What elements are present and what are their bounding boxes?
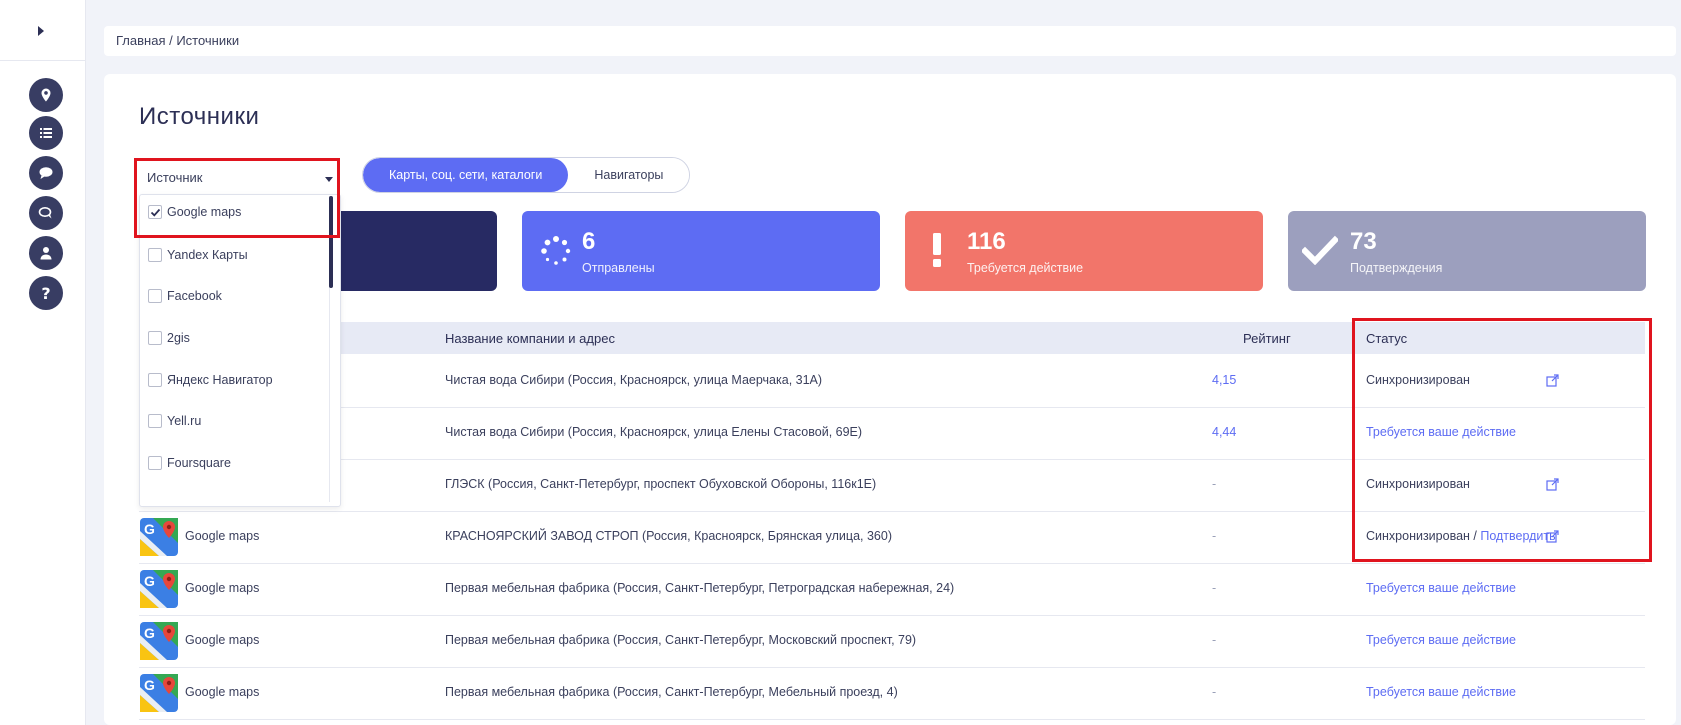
stat-tile-confirmations[interactable]: 73 Подтверждения — [1288, 211, 1646, 291]
check-icon — [1302, 235, 1338, 265]
stat-tile-action-required[interactable]: 116 Требуется действие — [905, 211, 1263, 291]
svg-text:G: G — [144, 573, 155, 589]
checkbox[interactable] — [148, 248, 162, 262]
left-sidebar: ? — [0, 0, 86, 725]
filter-option-label: Facebook — [167, 289, 222, 303]
sidebar-toggle-icon[interactable] — [38, 26, 44, 36]
company-address: Первая мебельная фабрика (Россия, Санкт-… — [445, 633, 917, 647]
list-icon[interactable] — [29, 116, 63, 150]
user-icon[interactable] — [29, 236, 63, 270]
filter-option[interactable]: Yell.ru — [148, 414, 201, 428]
company-address: Чистая вода Сибири (Россия, Красноярск, … — [445, 425, 863, 439]
spinner-icon — [541, 236, 571, 265]
stat-confirm-label: Подтверждения — [1350, 261, 1443, 275]
company-address: Чистая вода Сибири (Россия, Красноярск, … — [445, 373, 823, 387]
comment-icon[interactable] — [29, 156, 63, 190]
breadcrumb: Главная / Источники — [104, 26, 1676, 56]
rating-value: - — [1212, 581, 1217, 595]
svg-text:G: G — [144, 625, 155, 641]
stat-confirm-value: 73 — [1350, 228, 1377, 255]
rating-value: - — [1212, 685, 1217, 699]
company-address: Первая мебельная фабрика (Россия, Санкт-… — [445, 685, 898, 699]
table-row[interactable]: G Google maps Первая мебельная фабрика (Ро… — [139, 666, 1645, 720]
source-filter-dropdown: Google maps Yandex Карты Facebook 2gis Яндек… — [139, 194, 341, 507]
table-row[interactable]: G Google maps Первая мебельная фабрика (Ро… — [139, 614, 1645, 668]
rating-value[interactable]: 4,44 — [1212, 425, 1236, 439]
header-rating[interactable]: Рейтинг — [1243, 331, 1291, 346]
stat-action-label: Требуется действие — [967, 261, 1084, 275]
filter-option-label: 2gis — [167, 331, 190, 345]
rating-value: - — [1212, 529, 1217, 543]
source-tabs: Карты, соц. сети, каталоги Навигаторы — [362, 157, 691, 193]
highlight-frame-status — [1352, 318, 1652, 562]
status-action-link[interactable]: Требуется ваше действие — [1366, 685, 1516, 699]
source-name: Google maps — [185, 633, 260, 647]
google-maps-icon: G — [139, 569, 179, 609]
status-action-link[interactable]: Требуется ваше действие — [1366, 633, 1516, 647]
rating-value[interactable]: 4,15 — [1212, 373, 1236, 387]
checkbox[interactable] — [148, 414, 162, 428]
status-action-link[interactable]: Требуется ваше действие — [1366, 581, 1516, 595]
stat-action-value: 116 — [967, 228, 1006, 255]
filter-option[interactable]: Yandex Карты — [148, 248, 248, 262]
checkbox[interactable] — [148, 289, 162, 303]
checkbox[interactable] — [148, 456, 162, 470]
svg-text:G: G — [144, 521, 155, 537]
company-address: КРАСНОЯРСКИЙ ЗАВОД СТРОП (Россия, Красно… — [445, 529, 892, 543]
source-name: Google maps — [185, 685, 260, 699]
status-cell: Требуется ваше действие — [1366, 581, 1516, 595]
chat-icon[interactable] — [29, 196, 63, 230]
map-pin-icon[interactable] — [29, 78, 63, 112]
source-name: Google maps — [185, 581, 260, 595]
rating-value: - — [1212, 633, 1217, 647]
page-title: Источники — [139, 103, 260, 130]
stat-tile-sent[interactable]: 6 Отправлены — [522, 211, 880, 291]
checkbox[interactable] — [148, 331, 162, 345]
source-name: Google maps — [185, 529, 260, 543]
company-address: Первая мебельная фабрика (Россия, Санкт-… — [445, 581, 955, 595]
filter-option-label: Yell.ru — [167, 414, 202, 428]
filter-option[interactable]: Foursquare — [148, 456, 231, 470]
filter-option[interactable]: Facebook — [148, 289, 222, 303]
help-icon[interactable]: ? — [29, 276, 63, 310]
sidebar-divider — [0, 60, 86, 61]
google-maps-icon: G — [139, 621, 179, 661]
status-cell: Требуется ваше действие — [1366, 685, 1516, 699]
filter-option-label: Яндекс Навигатор — [167, 373, 273, 387]
filter-option-label: Yandex Карты — [167, 248, 248, 262]
header-company[interactable]: Название компании и адрес — [445, 331, 615, 346]
tab-maps-social-catalogs[interactable]: Карты, соц. сети, каталоги — [363, 158, 569, 192]
tab-navigators[interactable]: Навигаторы — [568, 158, 690, 192]
stat-sent-label: Отправлены — [582, 261, 655, 275]
filter-option-label: Foursquare — [167, 456, 231, 470]
filter-option[interactable]: 2gis — [148, 331, 190, 345]
filter-option[interactable]: Яндекс Навигатор — [148, 373, 273, 387]
google-maps-icon: G — [139, 517, 179, 557]
checkbox[interactable] — [148, 373, 162, 387]
stat-sent-value: 6 — [582, 228, 596, 255]
exclamation-icon — [933, 233, 941, 267]
status-cell: Требуется ваше действие — [1366, 633, 1516, 647]
rating-value: - — [1212, 477, 1217, 491]
table-row[interactable]: G Google maps Первая мебельная фабрика (Ро… — [139, 562, 1645, 616]
company-address: ГЛЭСК (Россия, Санкт-Петербург, проспект… — [445, 477, 877, 491]
highlight-frame-filter — [134, 158, 340, 238]
svg-text:G: G — [144, 677, 155, 693]
google-maps-icon: G — [139, 673, 179, 713]
